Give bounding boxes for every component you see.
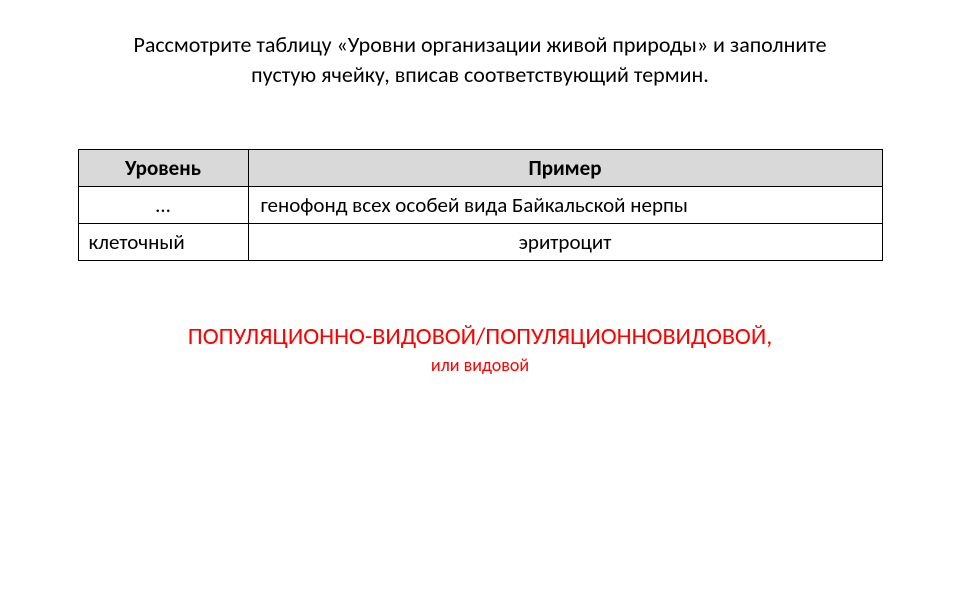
cell-level-0: … [78, 187, 248, 224]
instruction-line2: пустую ячейку, вписав соответствующий те… [251, 61, 709, 88]
instruction-line1: Рассмотрите таблицу «Уровни организации … [133, 31, 826, 58]
levels-table: Уровень Пример … генофонд всех особей ви… [78, 149, 883, 261]
cell-example-0: генофонд всех особей вида Байкальской не… [248, 187, 882, 224]
answer-line2: или видовой [55, 353, 905, 378]
table-row: … генофонд всех особей вида Байкальской … [78, 187, 882, 224]
instruction-text: Рассмотрите таблицу «Уровни организации … [55, 30, 905, 89]
answer-line1: ПОПУЛЯЦИОННО-ВИДОВОЙ/ПОПУЛЯЦИОННОВИДОВОЙ… [55, 321, 905, 352]
table-row: клеточный эритроцит [78, 224, 882, 261]
answer-block: ПОПУЛЯЦИОННО-ВИДОВОЙ/ПОПУЛЯЦИОННОВИДОВОЙ… [55, 321, 905, 377]
cell-example-1: эритроцит [248, 224, 882, 261]
header-example: Пример [248, 150, 882, 187]
cell-level-1: клеточный [78, 224, 248, 261]
table-container: Уровень Пример … генофонд всех особей ви… [78, 149, 883, 261]
header-level: Уровень [78, 150, 248, 187]
table-header-row: Уровень Пример [78, 150, 882, 187]
